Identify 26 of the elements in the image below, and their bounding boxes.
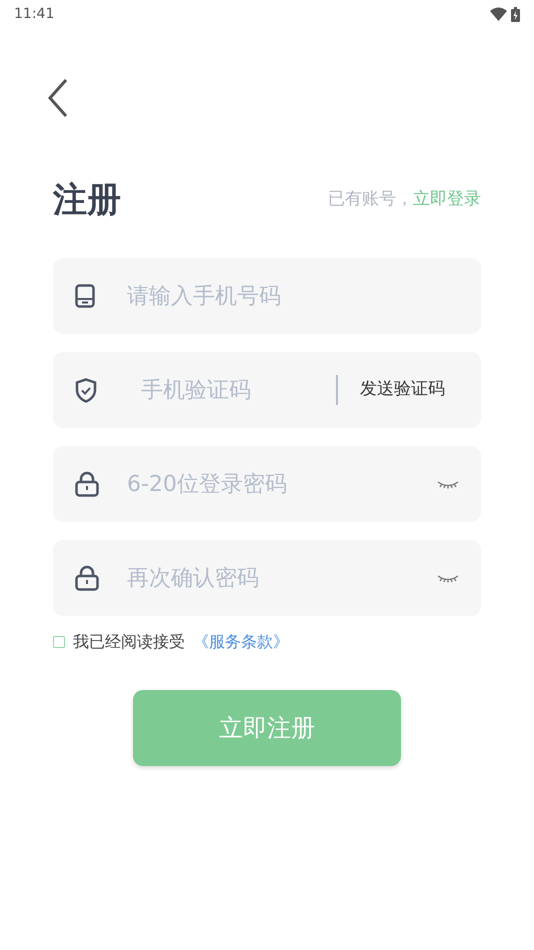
battery-icon bbox=[511, 6, 520, 22]
text-input[interactable]: 再次确认密码 bbox=[125, 560, 437, 596]
login-prompt: 已有账号， bbox=[328, 189, 413, 210]
send-code-button[interactable]: 发送验证码 bbox=[360, 377, 445, 403]
lock-icon bbox=[75, 471, 99, 497]
phone-icon bbox=[75, 284, 95, 308]
terms-link[interactable]: 《服务条款》 bbox=[193, 630, 289, 654]
eye-closed-icon[interactable] bbox=[437, 479, 459, 489]
status-time: 11:41 bbox=[14, 4, 54, 24]
input-field[interactable]: 再次确认密码 bbox=[53, 540, 481, 616]
wifi-icon bbox=[490, 7, 507, 21]
shield-check-icon bbox=[75, 378, 97, 402]
page-title: 注册 bbox=[53, 178, 121, 222]
input-field[interactable]: 请输入手机号码 bbox=[53, 258, 481, 334]
eye-closed-icon[interactable] bbox=[437, 573, 459, 583]
login-link[interactable]: 立即登录 bbox=[413, 189, 481, 210]
text-input[interactable]: 请输入手机号码 bbox=[125, 278, 459, 314]
lock-icon bbox=[75, 565, 99, 591]
back-icon[interactable] bbox=[46, 78, 70, 118]
text-input[interactable]: 手机验证码 bbox=[125, 372, 336, 408]
register-button[interactable]: 立即注册 bbox=[133, 690, 401, 766]
agreement-checkbox[interactable] bbox=[53, 636, 65, 648]
agreement-text: 我已经阅读接受 bbox=[73, 631, 185, 653]
text-input[interactable]: 6-20位登录密码 bbox=[125, 466, 437, 502]
input-field[interactable]: 6-20位登录密码 bbox=[53, 446, 481, 522]
input-field[interactable]: 手机验证码 发送验证码 bbox=[53, 352, 481, 428]
